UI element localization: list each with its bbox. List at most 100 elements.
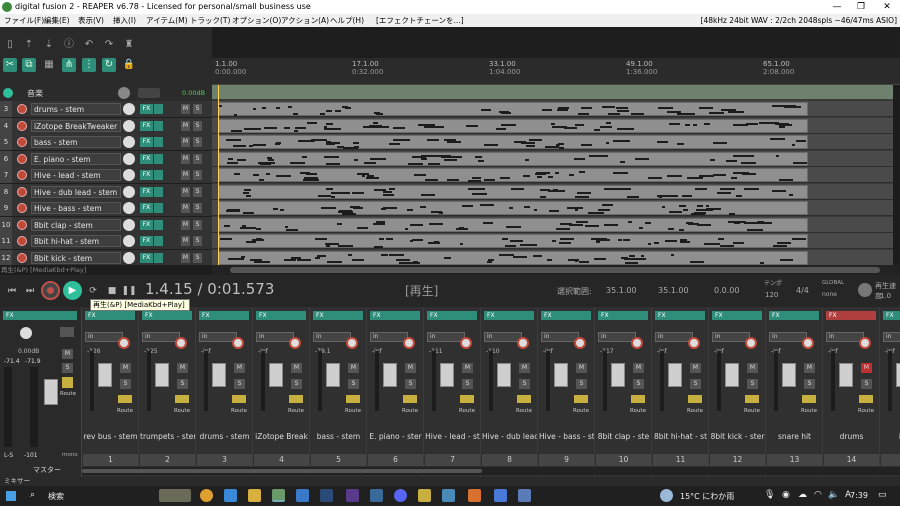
strip-solo-button[interactable]: S — [234, 379, 245, 389]
steam-icon[interactable] — [320, 489, 333, 502]
selection-end[interactable]: 35.1.00 — [658, 286, 689, 295]
track-header[interactable]: 3 drums - stem FX M S — [0, 101, 212, 117]
master-route-icon[interactable] — [62, 377, 73, 388]
search-icon[interactable]: ⌕ — [30, 490, 35, 500]
media-item[interactable] — [218, 168, 808, 182]
volume-knob[interactable] — [123, 218, 135, 231]
strip-name[interactable]: iZotope Break — [254, 431, 309, 443]
undo-icon[interactable]: ↶ — [82, 38, 96, 52]
fx-button[interactable]: FX — [140, 236, 153, 246]
track-name[interactable]: drums - stem — [31, 103, 121, 115]
master-track-header[interactable]: 音楽 0.00dB — [0, 85, 212, 101]
global-value[interactable]: none — [822, 291, 837, 298]
strip-pan-knob[interactable] — [460, 337, 472, 349]
strip-mute-button[interactable]: M — [804, 363, 815, 373]
discord-icon[interactable] — [394, 489, 407, 502]
strip-io-button[interactable]: in — [883, 332, 900, 342]
track-header[interactable]: 11 8bit hi-hat - stem FX M S — [0, 233, 212, 249]
strip-pan-knob[interactable] — [346, 337, 358, 349]
volume-knob[interactable] — [123, 119, 135, 132]
track-name[interactable]: Hive - bass - stem — [31, 202, 121, 214]
strip-mute-button[interactable]: M — [690, 363, 701, 373]
search-highlight-icon[interactable] — [159, 489, 191, 502]
track-lane[interactable] — [212, 233, 893, 249]
strip-route-icon[interactable] — [346, 395, 360, 403]
strip-mute-button[interactable]: M — [861, 363, 872, 373]
strip-solo-button[interactable]: S — [804, 379, 815, 389]
mute-button[interactable]: M — [181, 219, 190, 230]
mixer-tab[interactable]: ミキサー — [0, 477, 900, 486]
timeline-ruler[interactable]: 1.1.00 0:00.000 17.1.00 0:32.000 33.1.00 1:… — [212, 58, 900, 85]
strip-solo-button[interactable]: S — [633, 379, 644, 389]
horizontal-scrollbar[interactable] — [212, 265, 900, 275]
solo-button[interactable]: S — [193, 252, 202, 263]
track-lane[interactable] — [212, 134, 893, 150]
strip-route-icon[interactable] — [175, 395, 189, 403]
strip-route-icon[interactable] — [745, 395, 759, 403]
strip-fx-button[interactable]: FX — [427, 311, 477, 320]
strip-fx-button[interactable]: FX — [655, 311, 705, 320]
mute-button[interactable]: M — [181, 186, 190, 197]
master-volume-knob[interactable] — [118, 87, 130, 99]
arrange-view[interactable] — [212, 85, 893, 265]
strip-pan-knob[interactable] — [859, 337, 871, 349]
track-lane[interactable] — [212, 150, 893, 167]
track-name[interactable]: bass - stem — [31, 136, 121, 148]
minimize-button[interactable]: — — [826, 0, 848, 14]
track-name[interactable]: Hive - dub lead - stem — [31, 185, 121, 198]
record-arm-icon[interactable] — [17, 203, 27, 213]
app-icon-3[interactable] — [370, 489, 383, 502]
tempo-value[interactable]: 120 — [765, 291, 778, 299]
fx-button[interactable]: FX — [140, 153, 153, 164]
strip-fx-button[interactable]: FX — [199, 311, 249, 320]
strip-mute-button[interactable]: M — [405, 363, 416, 373]
record-arm-icon[interactable] — [17, 137, 27, 147]
strip-fader[interactable] — [668, 363, 682, 387]
fx-bypass-button[interactable] — [154, 236, 163, 246]
close-button[interactable]: ✕ — [876, 0, 898, 14]
audio-status[interactable]: [48kHz 24bit WAV : 2/2ch 2048spls ~46/47… — [701, 14, 897, 27]
solo-button[interactable]: S — [193, 104, 202, 114]
strip-fx-button[interactable]: FX — [883, 311, 900, 320]
ripple-edit-icon[interactable]: ⧉ — [22, 58, 36, 72]
track-header[interactable]: 7 Hive - lead - stem FX M S — [0, 167, 212, 183]
notification-icon[interactable]: ▭ — [878, 490, 887, 500]
strip-fader[interactable] — [896, 363, 900, 387]
clock-time[interactable]: 7:39 — [850, 491, 868, 500]
strip-route-icon[interactable] — [517, 395, 531, 403]
mute-button[interactable]: M — [181, 120, 190, 131]
strip-name[interactable]: Hive - dub lead — [482, 431, 537, 443]
track-number[interactable]: 9 — [0, 200, 12, 216]
weather-text[interactable]: 15°C にわか雨 — [680, 491, 734, 502]
lock-icon[interactable]: 🔒 — [122, 58, 136, 72]
strip-number[interactable]: 11 — [653, 454, 708, 466]
strip-name[interactable]: 8bit hi-hat - st — [653, 431, 708, 443]
strip-pan-knob[interactable] — [517, 337, 529, 349]
fx-bypass-button[interactable] — [154, 186, 163, 197]
strip-number[interactable]: 5 — [311, 454, 366, 466]
strip-number[interactable]: 3 — [197, 454, 252, 466]
strip-fader[interactable] — [155, 363, 169, 387]
strip-number[interactable]: 10 — [596, 454, 651, 466]
strip-fader[interactable] — [326, 363, 340, 387]
strip-pan-knob[interactable] — [118, 337, 130, 349]
strip-pan-knob[interactable] — [631, 337, 643, 349]
scroll-thumb[interactable] — [230, 267, 880, 273]
strip-number[interactable]: 6 — [368, 454, 423, 466]
master-fx-button[interactable]: FX — [3, 311, 77, 320]
solo-button[interactable]: S — [193, 186, 202, 197]
volume-knob[interactable] — [123, 169, 135, 181]
track-lane[interactable] — [212, 101, 893, 117]
track-name[interactable]: 8bit kick - stem — [31, 251, 121, 264]
strip-mute-button[interactable]: M — [291, 363, 302, 373]
volume-icon[interactable]: 🔈 — [828, 490, 839, 500]
strip-fx-button[interactable]: FX — [85, 311, 135, 320]
strip-fader[interactable] — [212, 363, 226, 387]
mixer-scrollbar[interactable] — [82, 467, 900, 475]
strip-pan-knob[interactable] — [175, 337, 187, 349]
track-lane[interactable] — [212, 183, 893, 200]
mute-button[interactable]: M — [181, 236, 190, 246]
mute-button[interactable]: M — [181, 252, 190, 263]
strip-solo-button[interactable]: S — [747, 379, 758, 389]
weather-icon[interactable] — [660, 489, 673, 502]
